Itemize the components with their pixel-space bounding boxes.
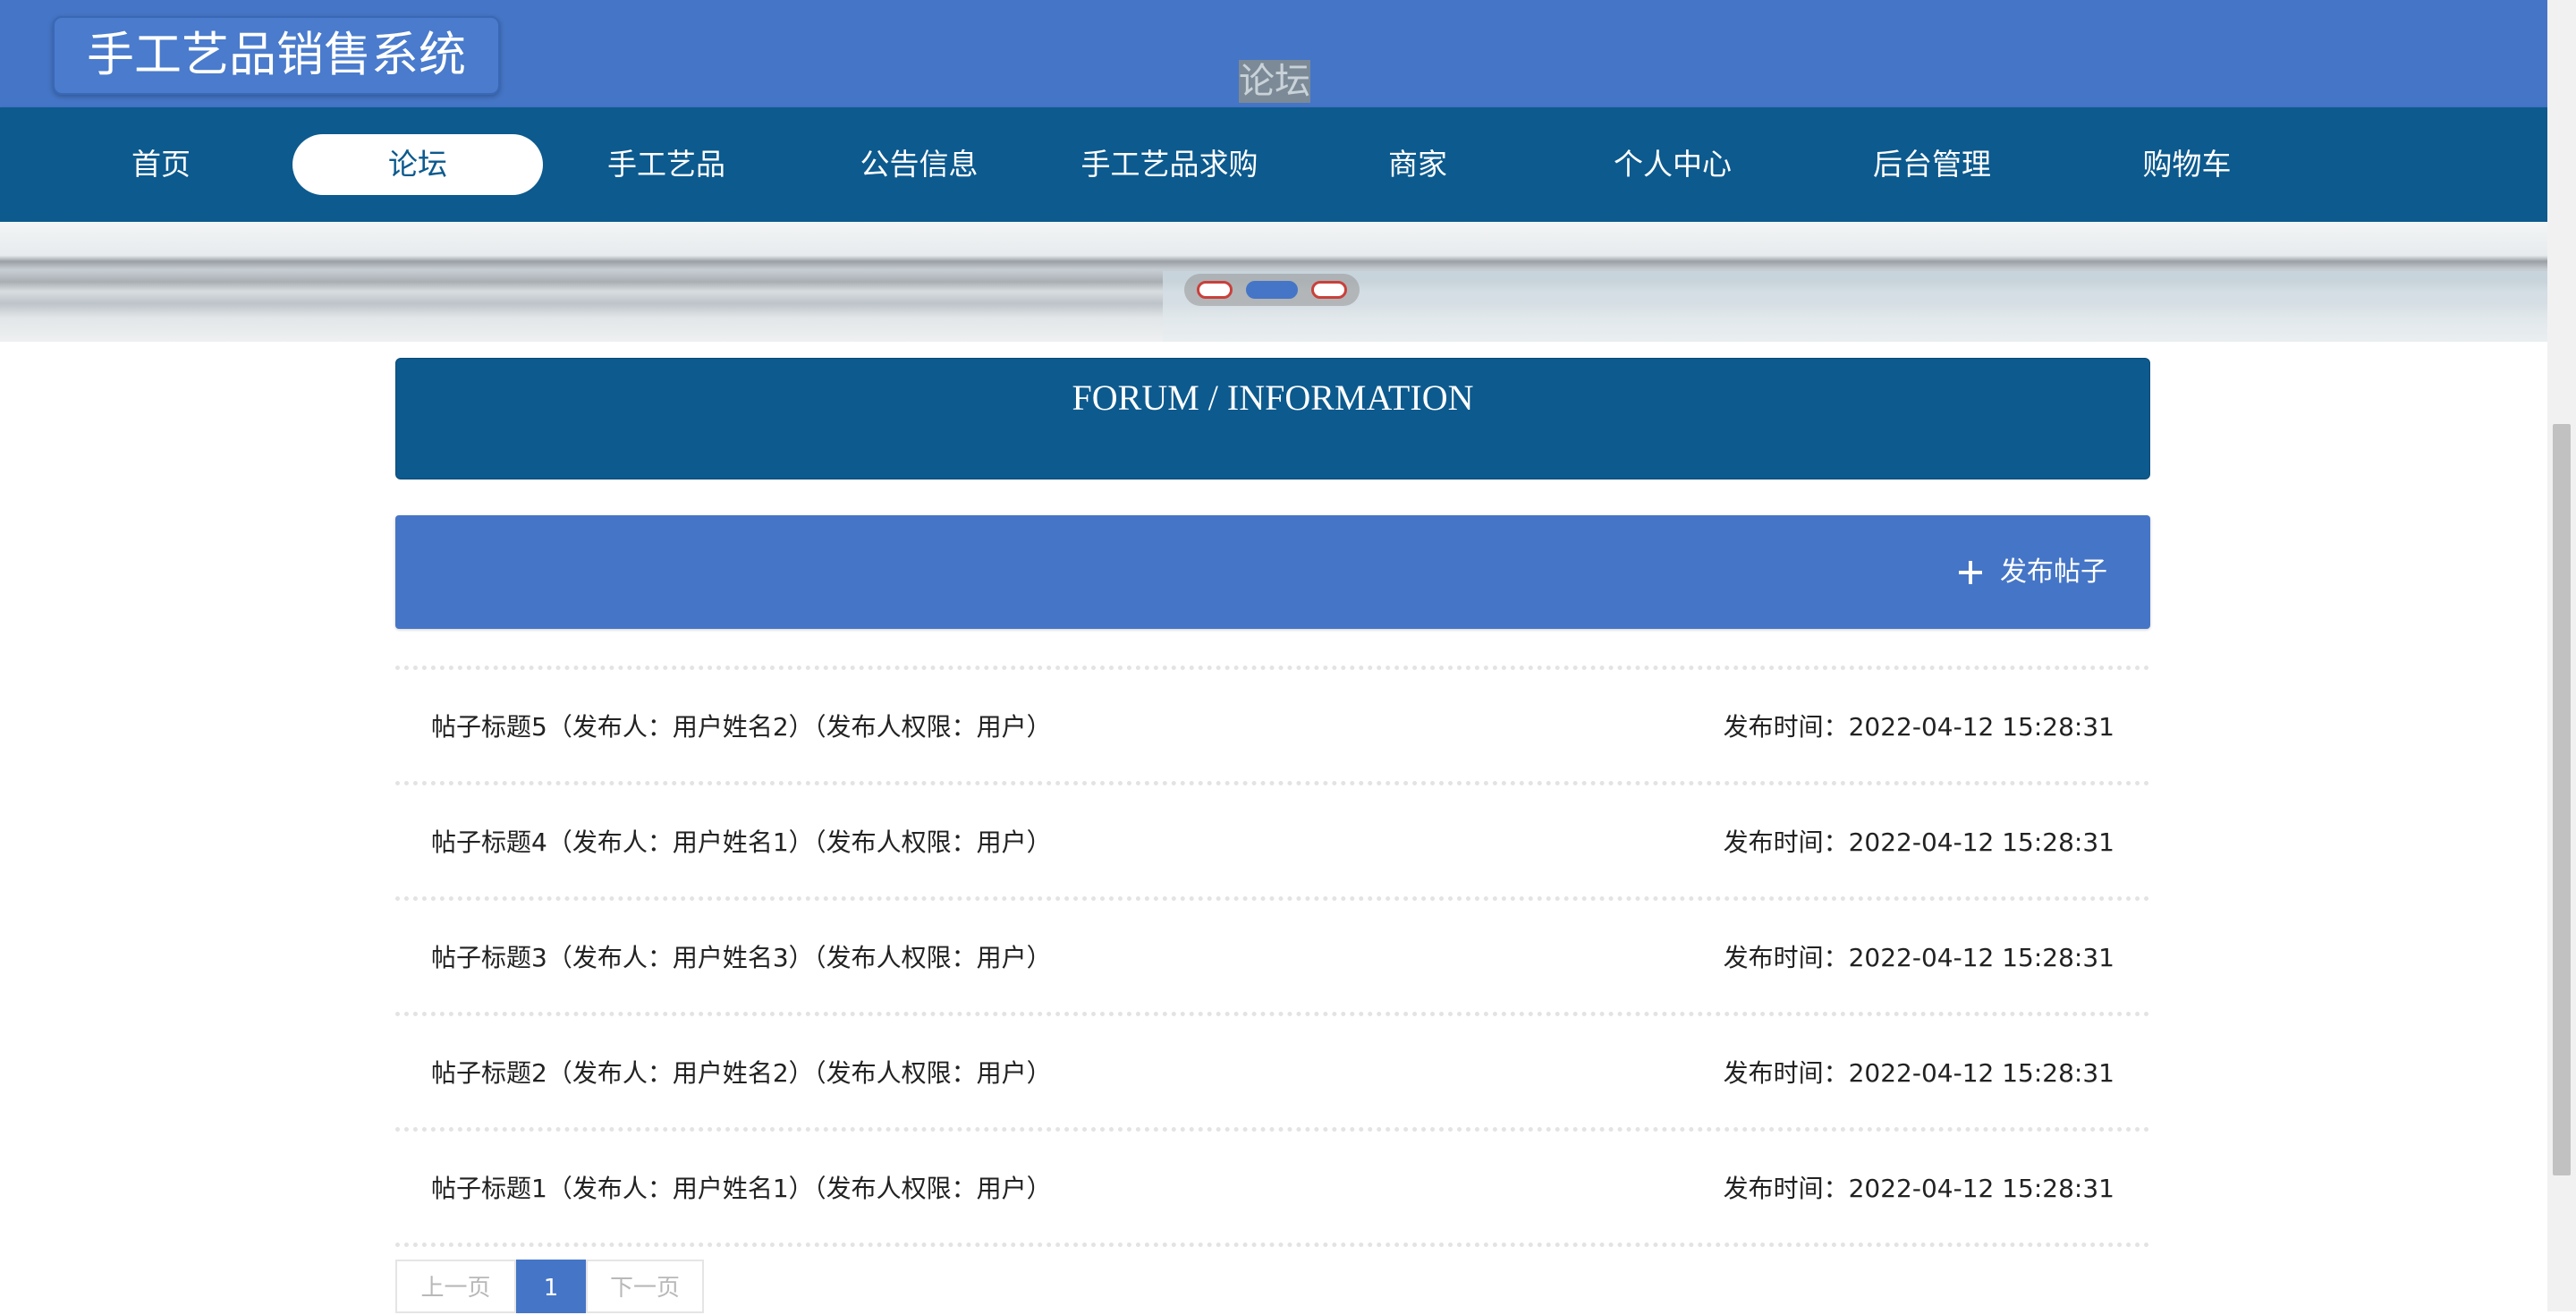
new-post-label: 发布帖子 <box>2000 556 2107 588</box>
post-title[interactable]: 帖子标题1（发布人：用户姓名1）（发布人权限：用户） <box>431 1169 1052 1205</box>
section-header: FORUM / INFORMATION <box>395 358 2150 479</box>
action-bar: 发布帖子 <box>395 515 2150 629</box>
nav-merchants[interactable]: 商家 <box>1377 134 1458 195</box>
vertical-scrollbar[interactable] <box>2547 0 2576 1311</box>
post-time: 发布时间：2022-04-12 15:28:31 <box>1723 1058 2114 1088</box>
carousel-dot-3[interactable] <box>1311 281 1347 299</box>
prev-page-button[interactable]: 上一页 <box>395 1260 516 1313</box>
next-page-button[interactable]: 下一页 <box>586 1260 704 1313</box>
post-title[interactable]: 帖子标题4（发布人：用户姓名1）（发布人权限：用户） <box>431 823 1052 859</box>
nav-home[interactable]: 首页 <box>98 134 224 195</box>
nav-handicrafts[interactable]: 手工艺品 <box>590 134 742 195</box>
pagination: 上一页 1 下一页 <box>395 1260 704 1313</box>
post-title[interactable]: 帖子标题2（发布人：用户姓名2）（发布人权限：用户） <box>431 1054 1052 1090</box>
post-time: 发布时间：2022-04-12 15:28:31 <box>1723 827 2114 857</box>
banner-image <box>1163 271 2547 342</box>
nav-purchase-requests[interactable]: 手工艺品求购 <box>1073 134 1266 195</box>
list-item[interactable]: 帖子标题3（发布人：用户姓名3）（发布人权限：用户） 发布时间：2022-04-… <box>395 896 2150 1012</box>
main-nav: 首页 论坛 手工艺品 公告信息 手工艺品求购 商家 个人中心 后台管理 购物车 <box>0 107 2547 222</box>
page-number-current[interactable]: 1 <box>516 1260 586 1313</box>
post-time: 发布时间：2022-04-12 15:28:31 <box>1723 943 2114 972</box>
nav-cart[interactable]: 购物车 <box>2133 134 2241 195</box>
carousel-indicators <box>1184 274 1360 306</box>
carousel-dot-1[interactable] <box>1197 281 1233 299</box>
list-item[interactable]: 帖子标题5（发布人：用户姓名2）（发布人权限：用户） 发布时间：2022-04-… <box>395 666 2150 781</box>
post-list: 帖子标题5（发布人：用户姓名2）（发布人权限：用户） 发布时间：2022-04-… <box>395 666 2150 1247</box>
plus-icon <box>1959 561 1982 584</box>
list-item[interactable]: 帖子标题4（发布人：用户姓名1）（发布人权限：用户） 发布时间：2022-04-… <box>395 781 2150 896</box>
site-title[interactable]: 手工艺品销售系统 <box>53 16 500 95</box>
section-title-cn: 论坛 <box>1239 60 1310 103</box>
carousel-dot-2[interactable] <box>1246 281 1298 299</box>
post-time: 发布时间：2022-04-12 15:28:31 <box>1723 1174 2114 1203</box>
nav-personal-center[interactable]: 个人中心 <box>1606 134 1740 195</box>
scrollbar-thumb[interactable] <box>2553 424 2571 1175</box>
list-item[interactable]: 帖子标题2（发布人：用户姓名2）（发布人权限：用户） 发布时间：2022-04-… <box>395 1012 2150 1127</box>
nav-admin[interactable]: 后台管理 <box>1865 134 1999 195</box>
nav-forum[interactable]: 论坛 <box>292 134 543 195</box>
list-item[interactable]: 帖子标题1（发布人：用户姓名1）（发布人权限：用户） 发布时间：2022-04-… <box>395 1127 2150 1247</box>
post-title[interactable]: 帖子标题3（发布人：用户姓名3）（发布人权限：用户） <box>431 938 1052 974</box>
section-title-en: FORUM / INFORMATION <box>1072 378 1474 418</box>
new-post-button[interactable]: 发布帖子 <box>1959 553 2107 592</box>
post-time: 发布时间：2022-04-12 15:28:31 <box>1723 712 2114 742</box>
post-title[interactable]: 帖子标题5（发布人：用户姓名2）（发布人权限：用户） <box>431 708 1052 743</box>
nav-announcements[interactable]: 公告信息 <box>845 134 993 195</box>
banner-carousel <box>0 222 2547 342</box>
